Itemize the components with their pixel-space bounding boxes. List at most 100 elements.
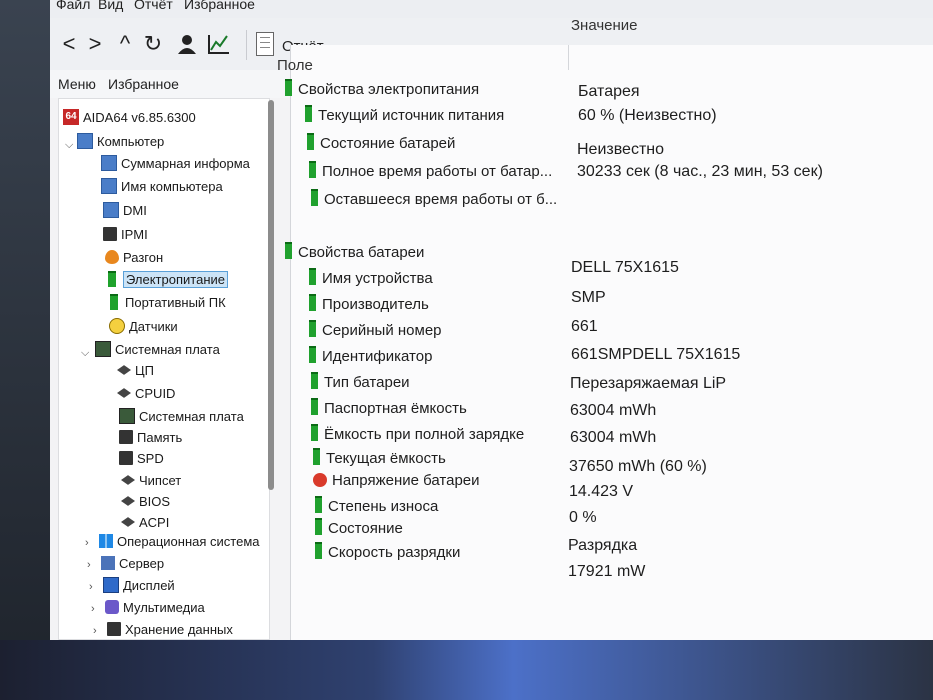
battery-icon (285, 79, 292, 96)
tree-item-sensors[interactable]: Датчики (109, 316, 178, 336)
list-item[interactable]: Степень износа (315, 496, 438, 515)
tree-item-acpi[interactable]: ACPI (121, 512, 169, 532)
tree-item-label: SPD (137, 450, 164, 466)
menu-favorites[interactable]: Избранное (184, 0, 255, 12)
voltage-icon (313, 473, 327, 487)
column-header-value[interactable]: Значение (571, 17, 638, 34)
list-item[interactable]: Оставшееся время работы от б... (311, 189, 557, 208)
battery-icon (311, 424, 318, 441)
tree-item-overclock[interactable]: Разгон (105, 247, 163, 267)
tree-item-computer-name[interactable]: Имя компьютера (101, 176, 223, 196)
field-name: Оставшееся время работы от б... (324, 191, 558, 208)
list-item[interactable]: Ёмкость при полной зарядке (311, 424, 524, 443)
field-name: Ёмкость при полной зарядке (324, 426, 525, 443)
forward-icon[interactable]: > (82, 30, 108, 58)
refresh-icon[interactable]: ↻ (140, 30, 166, 58)
tree-item-bios[interactable]: BIOS (121, 491, 170, 511)
battery-icon (309, 294, 316, 311)
chevron-right-icon[interactable]: › (91, 603, 95, 615)
tree-item-storage[interactable]: Хранение данных (107, 619, 233, 639)
tree-item-multimedia[interactable]: Мультимедиа (105, 597, 205, 617)
desktop-edge (0, 0, 50, 700)
column-header-field[interactable]: Поле (277, 57, 313, 74)
tree-item-ipmi[interactable]: IPMI (103, 224, 148, 244)
battery-icon (311, 372, 318, 389)
chart-icon[interactable] (206, 30, 232, 58)
field-name: Текущая ёмкость (326, 450, 446, 467)
tree-item-label: Сервер (119, 555, 165, 571)
list-item[interactable]: Производитель (309, 294, 429, 313)
tree-item-label: CPUID (135, 385, 176, 401)
tree-item-os[interactable]: Операционная система (99, 531, 260, 551)
field-name: Серийный номер (322, 322, 442, 339)
menu-file[interactable]: Файл (56, 0, 90, 12)
chevron-down-icon[interactable]: ⌵ (81, 347, 89, 360)
tree-item-cpuid[interactable]: CPUID (117, 383, 175, 403)
field-value: 63004 mWh (570, 402, 657, 419)
battery-icon (311, 398, 318, 415)
list-item[interactable]: Серийный номер (309, 320, 442, 339)
section-header[interactable]: Свойства электропитания (285, 79, 479, 98)
list-item[interactable]: Текущий источник питания (305, 105, 504, 124)
tree-item-motherboard-sub[interactable]: Системная плата (119, 406, 244, 426)
chip-icon (103, 227, 117, 241)
field-value: 37650 mWh (60 %) (569, 458, 707, 475)
tree-item-label: BIOS (139, 493, 171, 509)
list-item[interactable]: Полное время работы от батар... (309, 161, 552, 180)
menubar: Файл Вид Отчёт Избранное (50, 0, 933, 18)
list-item[interactable]: Скорость разрядки (315, 542, 460, 561)
section-header[interactable]: Свойства батареи (285, 242, 424, 261)
flame-icon (105, 250, 119, 264)
list-item[interactable]: Имя устройства (309, 268, 433, 287)
chevron-right-icon[interactable]: › (87, 559, 91, 571)
field-name: Производитель (322, 296, 429, 313)
tree-item-display[interactable]: Дисплей (103, 575, 175, 595)
tree-item-label: DMI (123, 202, 147, 218)
tree-item-portable[interactable]: Портативный ПК (107, 292, 226, 312)
list-item[interactable]: Текущая ёмкость (313, 448, 446, 467)
field-name: Тип батареи (324, 374, 410, 391)
battery-icon (313, 448, 320, 465)
tree-item-server[interactable]: Сервер (101, 553, 164, 573)
list-item[interactable]: Напряжение батареи (313, 472, 480, 489)
tree-vertical-scrollbar[interactable] (268, 100, 274, 490)
report-icon[interactable] (256, 32, 274, 56)
tree-item-computer[interactable]: Компьютер (77, 131, 164, 151)
field-name: Напряжение батареи (332, 472, 480, 489)
chevron-right-icon[interactable]: › (93, 625, 97, 637)
tree-item-motherboard[interactable]: Системная плата (95, 339, 220, 359)
list-item[interactable]: Состояние (315, 518, 403, 537)
list-item[interactable]: Идентификатор (309, 346, 432, 365)
up-icon[interactable]: ^ (112, 30, 138, 58)
tree-item-spd[interactable]: SPD (119, 448, 164, 468)
list-item[interactable]: Паспортная ёмкость (311, 398, 467, 417)
tree-item-memory[interactable]: Память (119, 427, 182, 447)
chevron-down-icon[interactable]: ⌵ (65, 139, 73, 152)
chevron-right-icon[interactable]: › (89, 581, 93, 593)
tab-menu[interactable]: Меню (58, 76, 96, 92)
chevron-right-icon[interactable]: › (85, 537, 89, 549)
tree-item-label: Операционная система (117, 533, 260, 549)
tree-item-chipset[interactable]: Чипсет (121, 470, 181, 490)
column-divider[interactable] (568, 45, 569, 70)
tree-item-power[interactable]: Электропитание (105, 269, 228, 289)
battery-icon (315, 542, 322, 559)
motherboard-icon (95, 341, 111, 357)
field-value: 63004 mWh (570, 429, 657, 446)
battery-icon (309, 268, 316, 285)
tab-favorites[interactable]: Избранное (108, 76, 179, 92)
battery-icon (315, 496, 322, 513)
menu-report[interactable]: Отчёт (134, 0, 173, 12)
user-icon[interactable] (174, 30, 200, 58)
back-icon[interactable]: < (56, 30, 82, 58)
section-title: Свойства электропитания (298, 81, 480, 98)
battery-icon (309, 161, 316, 178)
tree-item-dmi[interactable]: DMI (103, 200, 147, 220)
field-value: Неизвестно (577, 141, 665, 158)
list-item[interactable]: Состояние батарей (307, 133, 455, 152)
tree-item-summary[interactable]: Суммарная информа (101, 153, 250, 173)
tree-item-cpu[interactable]: ЦП (117, 360, 154, 380)
tree-root[interactable]: 64 AIDA64 v6.85.6300 (63, 107, 196, 127)
list-item[interactable]: Тип батареи (311, 372, 410, 391)
menu-view[interactable]: Вид (98, 0, 123, 12)
